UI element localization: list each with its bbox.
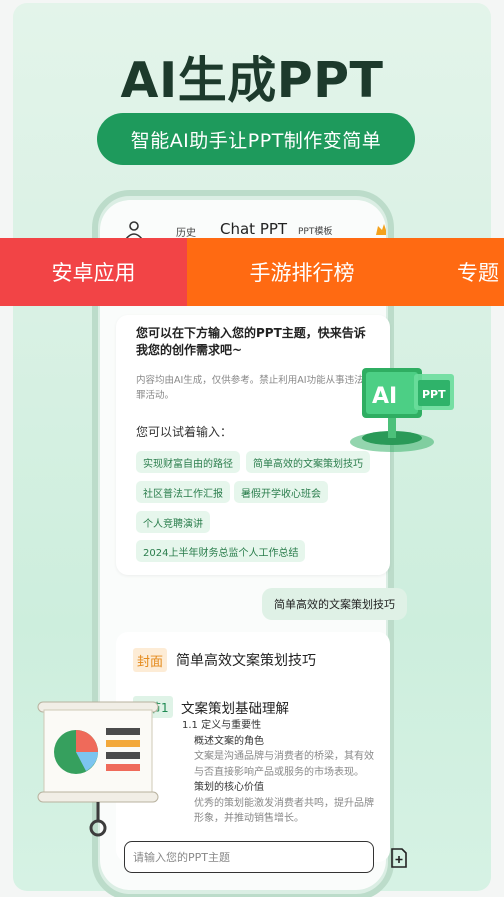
outline-line: 概述文案的角色 [194, 735, 264, 747]
outline-line: 1.1 定义与重要性 [182, 720, 262, 731]
topic-input[interactable]: 请输入您的PPT主题 [124, 841, 374, 873]
history-link[interactable]: 历史 [176, 224, 196, 239]
try-label: 您可以试着输入： [136, 425, 233, 439]
ai-label: AI [372, 384, 397, 409]
cover-title: 简单高效文案策划技巧 [176, 653, 316, 669]
subtitle-pill: 智能AI助手让PPT制作变简单 [97, 113, 415, 165]
user-icon[interactable] [124, 220, 144, 240]
tab-android-apps[interactable]: 安卓应用 [0, 238, 187, 306]
outline-line: 策划的核心价值 [194, 782, 264, 793]
section-title: 文案策划基础理解 [181, 701, 289, 717]
ai-ppt-illustration: AI PPT [350, 368, 454, 452]
crown-icon[interactable] [374, 222, 386, 238]
outline-line: 文案是沟通品牌与消费者的桥梁，其有效与否直接影响产品或服务的市场表现。 [194, 751, 374, 778]
presentation-board-illustration [37, 701, 159, 837]
tab-game-rankings[interactable]: 手游排行榜 [187, 238, 417, 306]
app-title: Chat PPT [220, 220, 288, 238]
cover-tag: 封面 [133, 648, 168, 672]
disclaimer-note: 内容均由AI生成，仅供参考。禁止利用AI功能从事违法犯罪活动。 [136, 375, 374, 401]
app-header: 历史 Chat PPT PPT模板 [100, 200, 386, 240]
outline-line: 优秀的策划能激发消费者共鸣，提升品牌形象，并推动销售增长。 [194, 797, 374, 825]
suggestion-chip[interactable]: 2024上半年财务总监个人工作总结 [136, 540, 306, 562]
headline: AI生成PPT [120, 52, 384, 109]
user-message: 简单高效的文案策划技巧 [262, 588, 407, 620]
welcome-intro: 您可以在下方输入您的PPT主题，快来告诉我您的创作需求吧~ [136, 326, 366, 357]
ppt-label: PPT [422, 388, 446, 401]
suggestion-chip[interactable]: 社区普法工作汇报 [136, 481, 230, 503]
add-file-icon[interactable] [390, 848, 408, 868]
category-banner: 安卓应用 手游排行榜 专题 [0, 238, 504, 306]
template-link[interactable]: PPT模板 [298, 224, 332, 237]
suggestion-chip[interactable]: 个人竞聘演讲 [136, 511, 210, 533]
tab-topics[interactable]: 专题 [417, 238, 504, 306]
suggestion-chip[interactable]: 实现财富自由的路径 [136, 451, 240, 473]
suggestion-chip[interactable]: 暑假开学收心班会 [234, 481, 328, 503]
outline-body: 1.1 定义与重要性 概述文案的角色 文案是沟通品牌与消费者的桥梁，其有效与否直… [182, 718, 382, 827]
